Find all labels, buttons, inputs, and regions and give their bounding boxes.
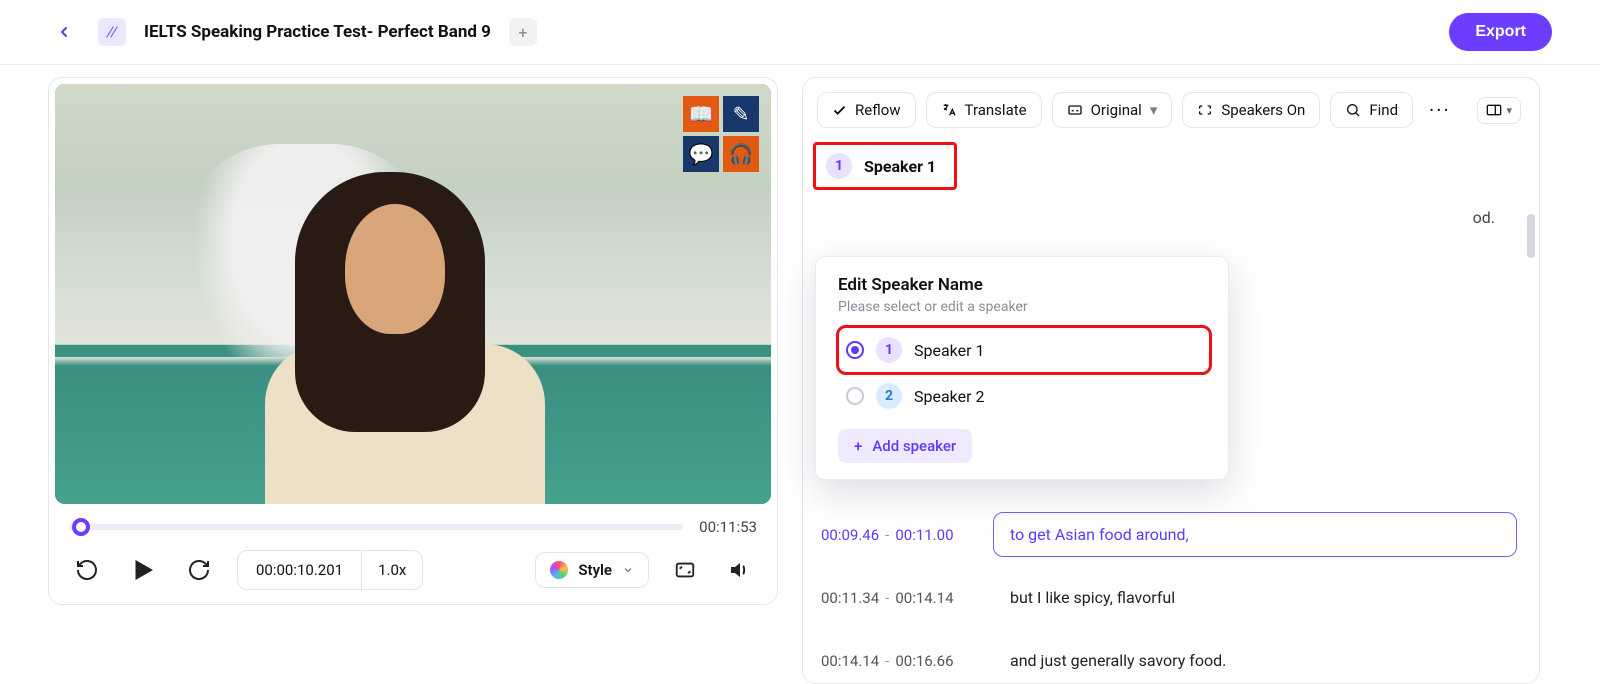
translate-label: Translate xyxy=(965,101,1027,119)
workspace: 📖 ✎ 💬 🎧 00:11:53 00:00:10.201 xyxy=(0,65,1600,621)
transcript-toolbar: Reflow Translate Original ▾ Speakers On … xyxy=(813,92,1521,128)
speaker-number-badge: 2 xyxy=(876,383,902,409)
speaker-option-label: Speaker 1 xyxy=(914,341,985,360)
speaker-option[interactable]: 2 Speaker 2 xyxy=(838,373,1210,419)
scrollbar-thumb[interactable] xyxy=(1527,214,1535,258)
video-overlay-icons: 📖 ✎ 💬 🎧 xyxy=(683,96,759,172)
top-bar-left: IELTS Speaking Practice Test- Perfect Ba… xyxy=(48,16,537,48)
transcript-line[interactable]: 00:14.14-00:16.66 and just generally savo… xyxy=(821,638,1517,683)
speaker-chip-name: Speaker 1 xyxy=(864,157,936,176)
video-panel: 📖 ✎ 💬 🎧 00:11:53 00:00:10.201 xyxy=(48,77,778,605)
find-label: Find xyxy=(1369,101,1398,119)
timeline: 00:11:53 xyxy=(55,504,771,542)
speaker-chip[interactable]: 1 Speaker 1 xyxy=(813,142,957,190)
speakers-button[interactable]: Speakers On xyxy=(1182,92,1320,128)
speaker-option[interactable]: 1 Speaker 1 xyxy=(838,327,1210,373)
search-icon xyxy=(1345,102,1361,118)
original-button[interactable]: Original ▾ xyxy=(1052,92,1173,128)
edit-speaker-popup: Edit Speaker Name Please select or edit … xyxy=(815,256,1229,480)
timecode-value[interactable]: 00:00:10.201 xyxy=(238,551,362,589)
radio-icon xyxy=(846,341,864,359)
video-frame[interactable]: 📖 ✎ 💬 🎧 xyxy=(55,84,771,504)
popup-title: Edit Speaker Name xyxy=(838,275,1210,295)
play-icon xyxy=(128,555,158,585)
back-button[interactable] xyxy=(48,16,80,48)
caption-icon xyxy=(1067,102,1083,118)
radio-icon xyxy=(846,387,864,405)
player-right-controls: Style xyxy=(535,552,757,588)
transcript-line[interactable]: 00:11.34-00:14.14 but I like spicy, flavo… xyxy=(821,575,1517,620)
chevron-down-icon: ▾ xyxy=(1150,101,1158,119)
playback-speed[interactable]: 1.0x xyxy=(362,551,422,589)
pen-icon[interactable]: ✎ xyxy=(723,96,759,132)
style-button[interactable]: Style xyxy=(535,552,649,588)
transcript-text[interactable]: to get Asian food around, xyxy=(993,512,1517,557)
speaker-number-badge: 1 xyxy=(826,153,852,179)
layout-toggle[interactable]: ▾ xyxy=(1477,97,1521,124)
speaker-number-badge: 1 xyxy=(876,337,902,363)
chevron-left-icon xyxy=(56,24,72,40)
forward-icon xyxy=(187,558,211,582)
new-tab-button[interactable]: + xyxy=(509,18,537,46)
plus-icon: + xyxy=(854,437,862,455)
top-bar: IELTS Speaking Practice Test- Perfect Ba… xyxy=(0,0,1600,65)
headphones-icon[interactable]: 🎧 xyxy=(723,136,759,172)
player-controls: 00:00:10.201 1.0x Style xyxy=(55,542,771,604)
fullscreen-button[interactable] xyxy=(667,552,703,588)
transcript-fragment: od. xyxy=(813,208,1521,227)
add-speaker-label: Add speaker xyxy=(872,437,956,455)
transcript-text[interactable]: and just generally savory food. xyxy=(993,638,1517,683)
seek-track[interactable] xyxy=(69,524,683,530)
export-button[interactable]: Export xyxy=(1449,13,1552,51)
transcript-line[interactable]: 00:09.46-00:11.00 to get Asian food aroun… xyxy=(821,512,1517,557)
video-still xyxy=(55,84,771,504)
layout-icon xyxy=(1486,104,1502,116)
reflow-label: Reflow xyxy=(855,101,901,119)
volume-button[interactable] xyxy=(721,552,757,588)
seek-thumb[interactable] xyxy=(72,518,90,536)
transcript-text[interactable]: but I like spicy, flavorful xyxy=(993,575,1517,620)
transcript-lines: 00:07.12-00:09.46I live in England so it… xyxy=(813,449,1521,683)
rewind-icon xyxy=(75,558,99,582)
document-icon xyxy=(98,18,126,46)
volume-icon xyxy=(727,558,751,582)
add-speaker-button[interactable]: + Add speaker xyxy=(838,429,972,463)
translate-button[interactable]: Translate xyxy=(926,92,1042,128)
speakers-icon xyxy=(1197,102,1213,118)
timestamp[interactable]: 00:11.34-00:14.14 xyxy=(821,589,971,607)
reflow-button[interactable]: Reflow xyxy=(817,92,916,128)
timestamp[interactable]: 00:14.14-00:16.66 xyxy=(821,652,971,670)
chevron-down-icon: ▾ xyxy=(1506,104,1512,117)
translate-icon xyxy=(941,102,957,118)
style-label: Style xyxy=(578,561,612,579)
popup-subtitle: Please select or edit a speaker xyxy=(838,299,1210,315)
timecode-box: 00:00:10.201 1.0x xyxy=(237,550,423,590)
duration-label: 00:11:53 xyxy=(699,518,757,536)
speaker-option-label: Speaker 2 xyxy=(914,387,985,406)
timestamp[interactable]: 00:09.46-00:11.00 xyxy=(821,526,971,544)
find-button[interactable]: Find xyxy=(1330,92,1413,128)
chat-icon[interactable]: 💬 xyxy=(683,136,719,172)
style-swatch-icon xyxy=(550,561,568,579)
fullscreen-icon xyxy=(674,559,696,581)
speakers-label: Speakers On xyxy=(1221,101,1305,119)
book-icon[interactable]: 📖 xyxy=(683,96,719,132)
page-title[interactable]: IELTS Speaking Practice Test- Perfect Ba… xyxy=(144,22,491,42)
more-menu-button[interactable]: ··· xyxy=(1423,94,1457,126)
forward-button[interactable] xyxy=(181,552,217,588)
transcript-panel: Reflow Translate Original ▾ Speakers On … xyxy=(802,77,1540,684)
rewind-button[interactable] xyxy=(69,552,105,588)
chevron-down-icon xyxy=(622,564,634,576)
play-button[interactable] xyxy=(125,552,161,588)
original-label: Original xyxy=(1091,101,1142,119)
check-icon xyxy=(832,103,847,118)
